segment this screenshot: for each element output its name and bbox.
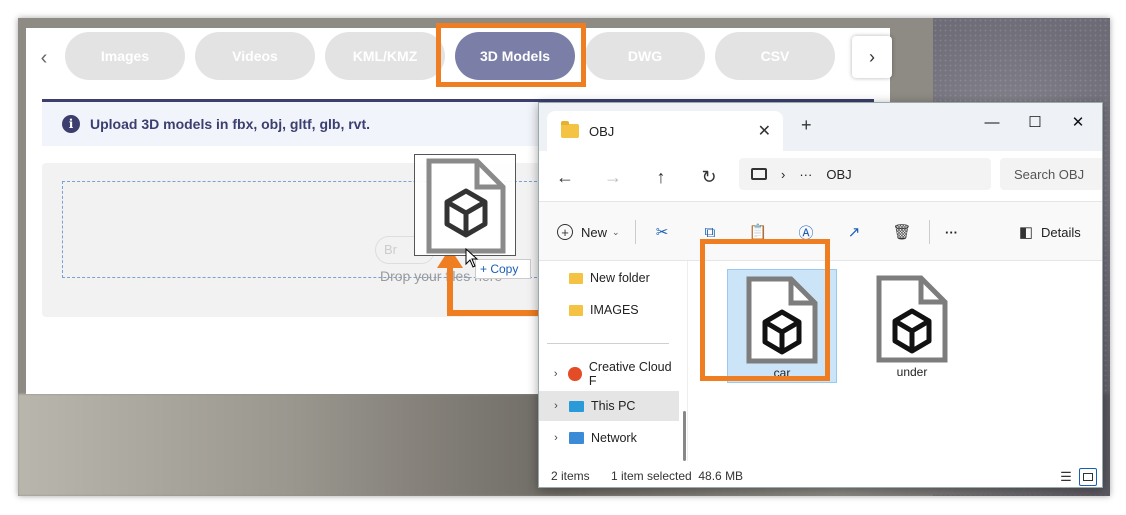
- breadcrumb-folder[interactable]: OBJ: [826, 167, 851, 182]
- address-bar[interactable]: › ··· OBJ: [739, 158, 991, 190]
- share-button[interactable]: ↗: [845, 222, 863, 242]
- explorer-tab-title: OBJ: [589, 123, 615, 139]
- navigation-pane: New folder IMAGES › Creative Cloud F › T…: [539, 261, 687, 469]
- chevron-right-icon[interactable]: ›: [549, 432, 563, 444]
- nav-item-label: New folder: [590, 271, 650, 285]
- tab-videos[interactable]: Videos: [195, 32, 315, 80]
- nav-divider: [547, 343, 669, 344]
- monitor-icon: [751, 168, 767, 180]
- file-label: under: [896, 365, 928, 379]
- new-label: New: [581, 224, 608, 240]
- 3d-model-file-icon: [426, 158, 506, 254]
- arrow-vertical: [447, 266, 453, 316]
- highlight-box-tab: [436, 23, 586, 87]
- refresh-button[interactable]: ↻: [697, 165, 721, 189]
- maximize-button[interactable]: ☐: [1015, 109, 1055, 135]
- nav-item-creative-cloud[interactable]: › Creative Cloud F: [539, 359, 679, 389]
- pane-separator: [687, 261, 688, 461]
- nav-item-images[interactable]: IMAGES: [539, 295, 679, 325]
- new-button[interactable]: + New ⌄: [557, 222, 620, 242]
- tabs-next-button[interactable]: ›: [852, 36, 892, 78]
- new-tab-button[interactable]: +: [801, 115, 812, 136]
- tab-csv[interactable]: CSV: [715, 32, 835, 80]
- tab-dwg[interactable]: DWG: [585, 32, 705, 80]
- folder-icon: [569, 272, 583, 284]
- more-button[interactable]: ···: [945, 222, 958, 242]
- scissors-icon: ✂: [655, 224, 669, 241]
- item-count: 2 items: [551, 469, 590, 483]
- chevron-right-icon[interactable]: ›: [549, 400, 563, 412]
- tab-kml-kmz[interactable]: KML/KMZ: [325, 32, 445, 80]
- details-button[interactable]: ◧ Details: [1017, 222, 1081, 242]
- tabs-prev-button[interactable]: ‹: [34, 48, 54, 68]
- close-window-button[interactable]: ✕: [1058, 109, 1098, 135]
- drag-ghost: [414, 154, 516, 256]
- search-input[interactable]: Search OBJ: [1000, 158, 1102, 190]
- minimize-button[interactable]: —: [972, 109, 1012, 135]
- chevron-right-icon[interactable]: ›: [549, 368, 562, 380]
- details-view-icon[interactable]: ☰: [1057, 468, 1075, 486]
- copy-badge: + Copy: [475, 259, 531, 279]
- chevron-down-icon: ⌄: [612, 226, 620, 237]
- nav-item-label: Creative Cloud F: [588, 360, 672, 388]
- folder-icon: [561, 121, 579, 138]
- delete-button[interactable]: 🗑: [892, 222, 912, 242]
- mouse-cursor-icon: [465, 248, 479, 268]
- cut-button[interactable]: ✂: [653, 222, 671, 242]
- close-tab-icon[interactable]: ✕: [758, 121, 771, 141]
- file-item-under[interactable]: under: [857, 269, 967, 383]
- title-bar: OBJ ✕ + — ☐ ✕: [539, 103, 1102, 151]
- tiles-view-icon[interactable]: [1079, 468, 1097, 486]
- separator: [929, 220, 930, 244]
- nav-scrollbar[interactable]: [683, 411, 686, 461]
- tab-images[interactable]: Images: [65, 32, 185, 80]
- info-icon: i: [62, 115, 80, 133]
- back-button[interactable]: ←: [553, 165, 577, 189]
- network-icon: [569, 432, 584, 444]
- forward-button[interactable]: →: [601, 165, 625, 189]
- separator: [635, 220, 636, 244]
- creative-cloud-icon: [568, 367, 582, 381]
- nav-item-label: This PC: [591, 399, 636, 413]
- 3d-model-file-icon: [876, 275, 948, 363]
- details-pane-icon: ◧: [1018, 224, 1034, 241]
- nav-item-network[interactable]: › Network: [539, 423, 679, 453]
- selection-status: 1 item selected 48.6 MB: [611, 469, 744, 483]
- info-text: Upload 3D models in fbx, obj, gltf, glb,…: [90, 116, 371, 132]
- breadcrumb-ellipsis[interactable]: ···: [799, 167, 812, 182]
- folder-icon: [569, 304, 583, 316]
- up-button[interactable]: ↑: [649, 165, 673, 189]
- address-toolbar: ← → ↑ ↻ › ··· OBJ Search OBJ: [539, 151, 1102, 201]
- highlight-box-file: [700, 239, 830, 381]
- explorer-tab[interactable]: OBJ ✕: [547, 111, 783, 151]
- breadcrumb-chevron-icon: ›: [781, 166, 786, 182]
- details-label: Details: [1041, 224, 1081, 240]
- plus-icon: +: [557, 224, 573, 240]
- nav-item-this-pc[interactable]: › This PC: [539, 391, 679, 421]
- trash-icon: 🗑: [892, 224, 912, 241]
- nav-item-new-folder[interactable]: New folder: [539, 263, 679, 293]
- screenshot-frame: ‹ Images Videos KML/KMZ 3D Models DWG CS…: [18, 18, 1110, 496]
- share-icon: ↗: [847, 224, 861, 241]
- nav-item-label: IMAGES: [590, 303, 639, 317]
- status-bar: 2 items 1 item selected 48.6 MB ☰: [539, 465, 1102, 487]
- pc-icon: [569, 400, 584, 412]
- nav-item-label: Network: [591, 431, 637, 445]
